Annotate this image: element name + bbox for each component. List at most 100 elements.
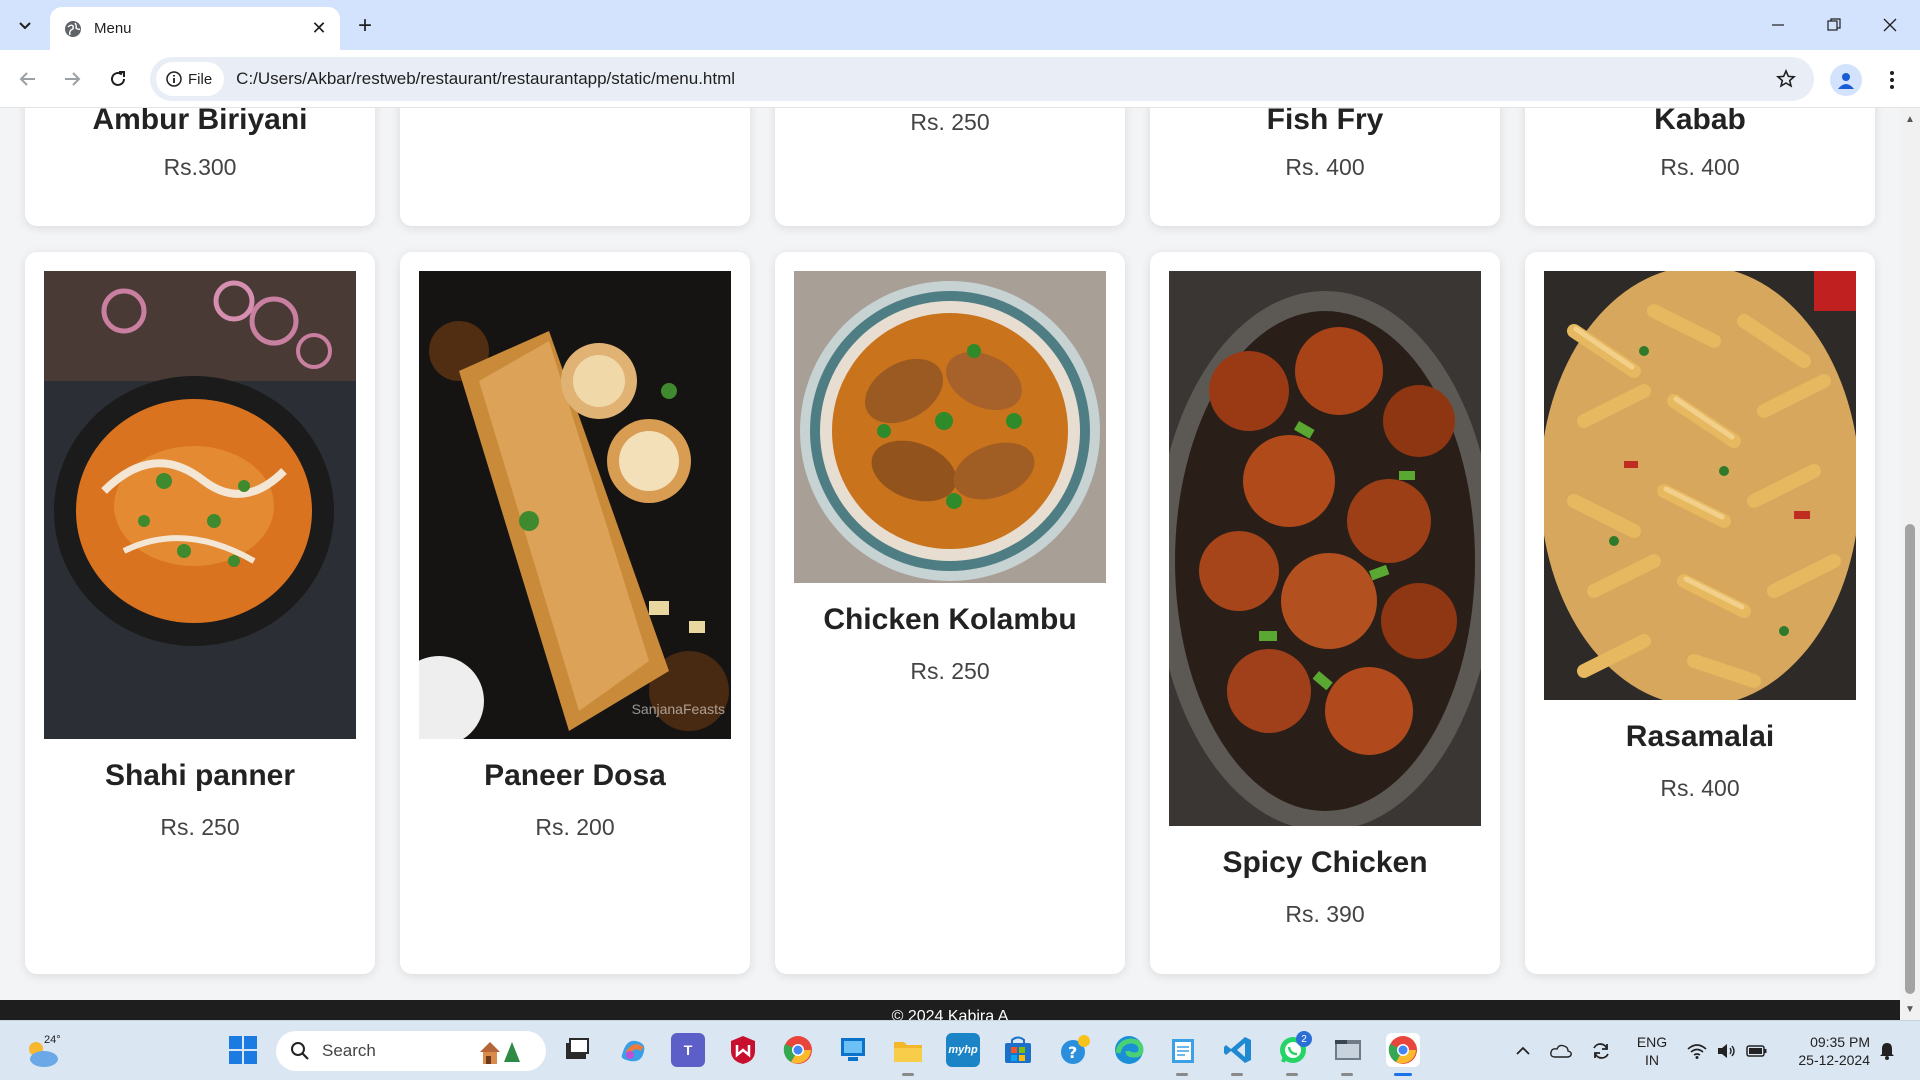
dish-name: Paneer Dosa [484,759,666,792]
profile-avatar-icon[interactable] [1830,64,1862,96]
close-tab-icon[interactable]: ✕ [308,18,330,40]
mcafee-shield-icon[interactable] [726,1033,760,1067]
reload-icon [111,71,125,86]
edge-icon[interactable] [1112,1033,1146,1067]
reload-button[interactable] [102,63,134,95]
copilot-icon[interactable] [616,1033,650,1067]
chrome-active-icon[interactable] [1386,1033,1420,1067]
footer-copyright: © 2024 Kabira A [891,1008,1009,1020]
dish-price: Rs. 390 [1285,901,1365,927]
more-menu-icon[interactable] [1880,64,1904,96]
clock-time: 09:35 PM [1810,1034,1870,1050]
dish-name: Ambur Biriyani [92,108,308,136]
close-window-icon[interactable] [1862,0,1918,50]
taskbar-search-box[interactable]: Search [276,1031,546,1071]
dish-price: Rs. 200 [535,814,615,840]
menu-card-spicy-chicken[interactable]: Spicy Chicken Rs. 390 [1150,252,1500,974]
dish-price: Rs. 400 [1660,775,1740,801]
teams-icon[interactable]: T [671,1033,705,1067]
dish-price: Rs. 250 [910,658,990,684]
scroll-down-arrow-icon[interactable]: ▼ [1900,1000,1920,1018]
running-indicator [902,1073,914,1076]
dish-price: Rs. 400 [1285,154,1365,180]
chrome-icon[interactable] [781,1033,815,1067]
page-scrollbar[interactable]: ▲ ▼ [1900,108,1920,1020]
running-indicator [1286,1073,1298,1076]
weather-widget[interactable]: 24° [22,1031,62,1071]
info-icon [166,71,182,87]
tab-search-button[interactable] [9,10,41,40]
new-tab-button[interactable]: + [350,11,380,41]
myhp-icon[interactable]: myhp [946,1033,980,1067]
running-indicator [1176,1073,1188,1076]
svg-text:?: ? [1068,1043,1077,1062]
notepad-icon[interactable] [1166,1033,1200,1067]
site-info-chip[interactable]: File [156,62,225,96]
forward-button[interactable] [56,63,88,95]
dish-name: Shahi panner [104,759,296,792]
vscode-icon[interactable] [1221,1033,1255,1067]
chicken-curry-image [794,271,1106,583]
battery-icon[interactable] [1744,1021,1770,1080]
task-view-icon[interactable] [560,1033,594,1067]
dish-price: Rs. 250 [910,109,990,135]
remote-desktop-icon[interactable] [836,1033,870,1067]
language-indicator[interactable]: ENG IN [1632,1033,1672,1069]
bookmark-star-icon[interactable] [1768,61,1804,97]
menu-card-rasamalai[interactable]: Rasamalai Rs. 400 [1525,252,1875,974]
system-clock[interactable]: 09:35 PM 25-12-2024 [1776,1033,1870,1069]
restore-icon[interactable] [1806,0,1862,50]
back-button[interactable] [12,63,44,95]
running-indicator [1341,1073,1353,1076]
start-windows-icon[interactable] [226,1033,260,1067]
volume-icon[interactable] [1714,1021,1740,1080]
onedrive-cloud-icon[interactable] [1546,1021,1576,1080]
weather-temperature: 24° [44,1034,61,1046]
whatsapp-notification-badge: 2 [1296,1031,1312,1047]
language-code: ENG [1636,1034,1668,1050]
dish-price: Rs. 250 [160,814,240,840]
help-icon[interactable]: ? [1058,1033,1092,1067]
spicy-chicken-image [1169,271,1481,826]
minimize-icon[interactable] [1750,0,1806,50]
menu-card[interactable]: Rs. 250 [775,108,1125,226]
running-indicator [1231,1073,1243,1076]
file-explorer-icon[interactable] [891,1033,925,1067]
dish-name: Chicken Kolambu [823,603,1077,636]
sync-icon[interactable] [1586,1021,1616,1080]
search-placeholder: Search [322,1041,376,1060]
dosa-image: SanjanaFeasts [419,271,731,739]
scrollbar-thumb[interactable] [1905,524,1915,994]
menu-card-ambur-biriyani[interactable]: Ambur Biriyani Rs.300 [25,108,375,226]
browser-toolbar: File C:/Users/Akbar/restweb/restaurant/r… [0,50,1920,108]
search-icon [291,1042,309,1060]
menu-card-kabab[interactable]: Kabab Rs. 400 [1525,108,1875,226]
clock-date: 25-12-2024 [1798,1052,1870,1068]
tab-title: Menu [94,20,132,37]
page-footer: © 2024 Kabira A [0,1000,1900,1020]
tab-menu[interactable]: Menu ✕ [50,7,340,50]
menu-card-paneer-dosa[interactable]: SanjanaFeasts Paneer Dosa Rs. 200 [400,252,750,974]
menu-card[interactable] [400,108,750,226]
dish-name: Rasamalai [1625,720,1775,753]
image-watermark: SanjanaFeasts [631,701,725,717]
menu-card-shahi-panner[interactable]: Shahi panner Rs. 250 [25,252,375,974]
menu-card-fish-fry[interactable]: Fish Fry Rs. 400 [1150,108,1500,226]
arrow-left-icon [19,72,35,86]
globe-icon [65,20,81,37]
show-hidden-icons-chevron-icon[interactable] [1508,1021,1538,1080]
url-text[interactable]: C:/Users/Akbar/restweb/restaurant/restau… [236,69,1768,89]
region-code: IN [1645,1052,1659,1068]
window-app-icon[interactable] [1331,1033,1365,1067]
arrow-right-icon [65,72,81,86]
dish-name: Fish Fry [1266,108,1384,136]
notification-bell-icon[interactable] [1872,1021,1902,1080]
microsoft-store-icon[interactable] [1001,1033,1035,1067]
address-bar[interactable]: File C:/Users/Akbar/restweb/restaurant/r… [150,57,1814,101]
menu-card-chicken-kolambu[interactable]: Chicken Kolambu Rs. 250 [775,252,1125,974]
scroll-up-arrow-icon[interactable]: ▲ [1900,110,1920,128]
active-app-indicator [1394,1073,1412,1076]
wifi-icon[interactable] [1684,1021,1710,1080]
pasta-image [1544,271,1856,700]
file-chip-label: File [188,70,213,88]
